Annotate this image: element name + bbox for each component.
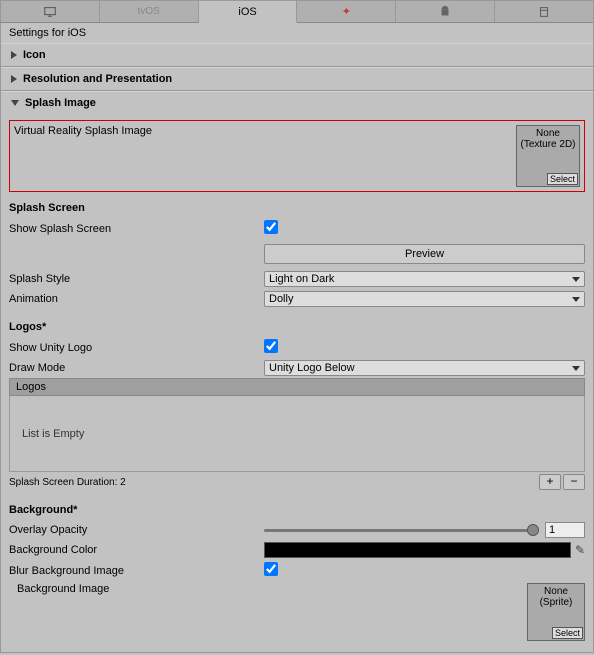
background-color-label: Background Color xyxy=(9,544,264,556)
vr-splash-row: Virtual Reality Splash Image None (Textu… xyxy=(9,120,585,192)
monitor-icon xyxy=(43,5,57,19)
select-button[interactable]: Select xyxy=(552,627,583,639)
bg-image-label: Background Image xyxy=(9,583,264,595)
splash-style-dropdown[interactable]: Light on Dark xyxy=(264,271,585,287)
draw-mode-dropdown[interactable]: Unity Logo Below xyxy=(264,360,585,376)
sprite-type: (Sprite) xyxy=(528,597,584,608)
show-unity-logo-label: Show Unity Logo xyxy=(9,342,264,354)
blur-bg-checkbox[interactable] xyxy=(264,562,278,576)
platform-tabs: tvOS iOS ✦ xyxy=(1,1,593,23)
android-icon xyxy=(438,5,452,19)
section-icon-label: Icon xyxy=(23,49,46,61)
section-resolution-label: Resolution and Presentation xyxy=(23,73,172,85)
package-icon xyxy=(537,5,551,19)
overlay-opacity-input[interactable] xyxy=(545,522,585,538)
tvos-label: tvOS xyxy=(138,6,160,17)
texture-none: None xyxy=(517,128,579,139)
logos-list: List is Empty xyxy=(9,396,585,472)
add-logo-button[interactable]: + xyxy=(539,474,561,490)
background-color-swatch[interactable] xyxy=(264,542,571,558)
tab-android[interactable] xyxy=(396,1,495,22)
bg-image-slot[interactable]: None (Sprite) Select xyxy=(527,583,585,641)
vr-splash-label: Virtual Reality Splash Image xyxy=(14,125,152,137)
section-icon[interactable]: Icon xyxy=(1,43,593,66)
maple-icon: ✦ xyxy=(342,5,351,18)
draw-mode-label: Draw Mode xyxy=(9,362,264,374)
sprite-none: None xyxy=(528,586,584,597)
logos-header: Logos* xyxy=(9,317,585,337)
splash-style-value: Light on Dark xyxy=(269,273,334,285)
section-splash[interactable]: Splash Image xyxy=(1,91,593,114)
draw-mode-value: Unity Logo Below xyxy=(269,362,355,374)
select-button[interactable]: Select xyxy=(547,173,578,185)
preview-button[interactable]: Preview xyxy=(264,244,585,264)
section-resolution[interactable]: Resolution and Presentation xyxy=(1,67,593,90)
chevron-down-icon xyxy=(572,366,580,371)
remove-logo-button[interactable]: − xyxy=(563,474,585,490)
splash-style-label: Splash Style xyxy=(9,273,264,285)
show-unity-logo-checkbox[interactable] xyxy=(264,339,278,353)
slider-thumb[interactable] xyxy=(527,524,539,536)
overlay-opacity-slider[interactable] xyxy=(264,529,539,532)
show-splash-label: Show Splash Screen xyxy=(9,223,264,235)
blur-bg-label: Blur Background Image xyxy=(9,565,264,577)
settings-title: Settings for iOS xyxy=(1,23,593,43)
chevron-down-icon xyxy=(572,277,580,282)
chevron-right-icon xyxy=(11,51,17,59)
background-header: Background* xyxy=(9,500,585,520)
chevron-down-icon xyxy=(11,100,19,106)
tab-tvos[interactable]: tvOS xyxy=(100,1,199,22)
texture-type: (Texture 2D) xyxy=(517,139,579,150)
tab-ios[interactable]: iOS xyxy=(199,1,298,23)
chevron-right-icon xyxy=(11,75,17,83)
show-splash-checkbox[interactable] xyxy=(264,220,278,234)
section-splash-label: Splash Image xyxy=(25,97,96,109)
logos-empty: List is Empty xyxy=(22,428,84,440)
tab-standalone[interactable] xyxy=(1,1,100,22)
animation-dropdown[interactable]: Dolly xyxy=(264,291,585,307)
logos-list-header: Logos xyxy=(9,378,585,396)
tab-maple[interactable]: ✦ xyxy=(297,1,396,22)
animation-label: Animation xyxy=(9,293,264,305)
splash-duration: Splash Screen Duration: 2 xyxy=(9,477,126,488)
tab-misc[interactable] xyxy=(495,1,593,22)
ios-label: iOS xyxy=(238,6,256,18)
overlay-opacity-label: Overlay Opacity xyxy=(9,524,264,536)
splash-screen-header: Splash Screen xyxy=(9,198,585,218)
chevron-down-icon xyxy=(572,297,580,302)
animation-value: Dolly xyxy=(269,293,293,305)
eyedropper-icon[interactable]: ✎ xyxy=(575,543,585,557)
vr-splash-texture-slot[interactable]: None (Texture 2D) Select xyxy=(516,125,580,187)
